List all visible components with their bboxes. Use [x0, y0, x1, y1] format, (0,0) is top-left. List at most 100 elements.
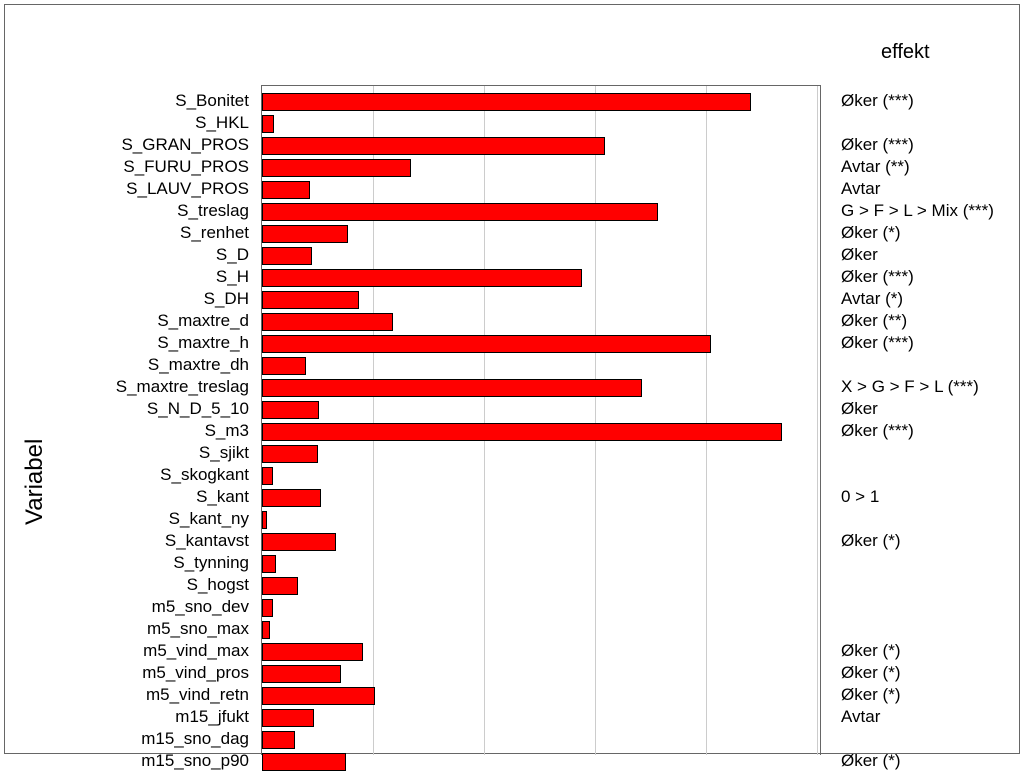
category-label: S_DH	[204, 289, 249, 309]
bar	[262, 709, 314, 727]
bar-row: S_m3Øker (***)	[5, 421, 1019, 443]
bar	[262, 643, 363, 661]
bar-row: S_HKL	[5, 113, 1019, 135]
category-label: S_maxtre_d	[157, 311, 249, 331]
bar-row: S_N_D_5_10 Øker	[5, 399, 1019, 421]
bar-row: S_skogkant	[5, 465, 1019, 487]
chart-frame: Variabel effekt S_BonitetØker (***)S_HKL…	[4, 4, 1020, 754]
bar-row: m5_vind_max Øker (*)	[5, 641, 1019, 663]
bar	[262, 687, 375, 705]
category-label: S_LAUV_PROS	[126, 179, 249, 199]
category-label: m15_jfukt	[175, 707, 249, 727]
category-label: S_HKL	[195, 113, 249, 133]
bar	[262, 753, 346, 771]
effect-label: 0 > 1	[841, 487, 879, 507]
bar-row: S_maxtre_h Øker (***)	[5, 333, 1019, 355]
category-label: m5_vind_max	[143, 641, 249, 661]
bar	[262, 423, 782, 441]
bar	[262, 511, 267, 529]
bar-row: S_H Øker (***)	[5, 267, 1019, 289]
bar-row: S_renhet Øker (*)	[5, 223, 1019, 245]
effect-label: Avtar (*)	[841, 289, 903, 309]
category-label: S_maxtre_dh	[148, 355, 249, 375]
effect-label: Øker (***)	[841, 91, 914, 111]
bar-row: m5_vind_pros Øker (*)	[5, 663, 1019, 685]
bar	[262, 247, 312, 265]
bar	[262, 159, 411, 177]
effect-label: Avtar	[841, 707, 880, 727]
bar	[262, 621, 270, 639]
category-label: S_skogkant	[160, 465, 249, 485]
bar-row: m5_vind_retn Øker (*)	[5, 685, 1019, 707]
effekt-header: effekt	[881, 41, 930, 64]
effect-label: X > G > F > L (***)	[841, 377, 979, 397]
bar-row: S_maxtre_dh	[5, 355, 1019, 377]
category-label: S_maxtre_treslag	[116, 377, 249, 397]
category-label: m5_vind_pros	[142, 663, 249, 683]
bar-row: S_sjikt	[5, 443, 1019, 465]
effect-label: Øker (***)	[841, 333, 914, 353]
bar-row: S_maxtre_dØker (**)	[5, 311, 1019, 333]
bar-row: m5_sno_dev	[5, 597, 1019, 619]
effect-label: Øker (*)	[841, 685, 901, 705]
category-label: m15_sno_dag	[141, 729, 249, 749]
bar-row: m15_jfukt Avtar	[5, 707, 1019, 729]
effect-label: Øker (*)	[841, 531, 901, 551]
bar-row: S_GRAN_PROSØker (***)	[5, 135, 1019, 157]
bar	[262, 577, 298, 595]
bar-row: S_kant_ny	[5, 509, 1019, 531]
effect-label: Øker (*)	[841, 223, 901, 243]
category-label: S_N_D_5_10	[147, 399, 249, 419]
category-label: S_kant_ny	[169, 509, 249, 529]
category-label: S_sjikt	[199, 443, 249, 463]
bar	[262, 665, 341, 683]
category-label: S_Bonitet	[175, 91, 249, 111]
effect-label: Øker (***)	[841, 135, 914, 155]
category-label: m5_vind_retn	[146, 685, 249, 705]
category-label: m5_sno_dev	[152, 597, 249, 617]
bar-row: m15_sno_dag	[5, 729, 1019, 751]
bar	[262, 731, 295, 749]
bar-row: S_Bonitet Øker (***)	[5, 91, 1019, 113]
category-label: S_maxtre_h	[157, 333, 249, 353]
bar	[262, 181, 310, 199]
bar	[262, 445, 318, 463]
category-label: S_hogst	[187, 575, 249, 595]
bar-row: S_FURU_PROSAvtar (**)	[5, 157, 1019, 179]
bar-row: S_kantavstØker (*)	[5, 531, 1019, 553]
effect-label: Øker (*)	[841, 751, 901, 771]
bar	[262, 203, 658, 221]
bar-row: S_DH Avtar (*)	[5, 289, 1019, 311]
bar	[262, 115, 274, 133]
effect-label: Avtar	[841, 179, 880, 199]
bar	[262, 379, 642, 397]
bar	[262, 599, 273, 617]
category-label: m5_sno_max	[147, 619, 249, 639]
category-label: m15_sno_p90	[141, 751, 249, 771]
bar	[262, 401, 319, 419]
bar	[262, 225, 348, 243]
category-label: S_H	[216, 267, 249, 287]
effect-label: Øker (*)	[841, 641, 901, 661]
bar	[262, 269, 582, 287]
bar	[262, 533, 336, 551]
bar-row: S_hogst	[5, 575, 1019, 597]
bar-row: S_treslagG > F > L > Mix (***)	[5, 201, 1019, 223]
bar-row: S_tynning	[5, 553, 1019, 575]
bar	[262, 93, 751, 111]
bar-row: S_LAUV_PROS Avtar	[5, 179, 1019, 201]
category-label: S_D	[216, 245, 249, 265]
effect-label: Øker	[841, 245, 878, 265]
effect-label: Øker	[841, 399, 878, 419]
bar	[262, 357, 306, 375]
bar	[262, 335, 711, 353]
bar	[262, 489, 321, 507]
bar	[262, 467, 273, 485]
category-label: S_kant	[196, 487, 249, 507]
category-label: S_renhet	[180, 223, 249, 243]
bar-row: S_D Øker	[5, 245, 1019, 267]
effect-label: Øker (***)	[841, 421, 914, 441]
effect-label: Øker (*)	[841, 663, 901, 683]
effect-label: Øker (***)	[841, 267, 914, 287]
bar-row: S_kant 0 > 1	[5, 487, 1019, 509]
